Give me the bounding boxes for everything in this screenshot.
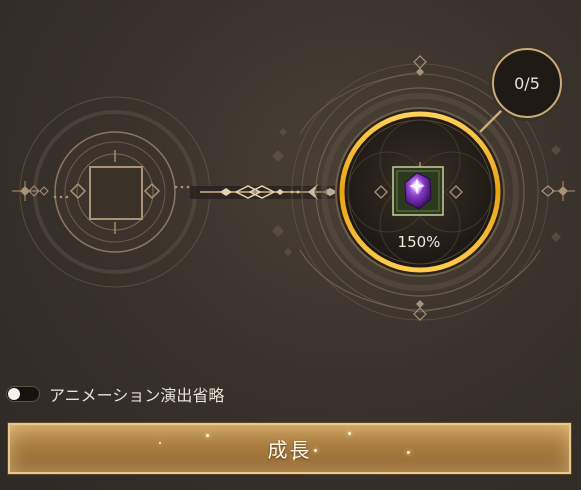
source-node xyxy=(12,96,211,288)
sparkle xyxy=(159,442,161,444)
sparkle xyxy=(407,451,410,454)
sparkle xyxy=(293,458,295,460)
sparkle xyxy=(314,449,317,452)
success-multiplier: 150% xyxy=(397,233,441,251)
grow-button[interactable]: 成長 xyxy=(8,423,571,474)
skip-animation-label: アニメーション演出省略 xyxy=(49,386,225,405)
upgrade-diagram xyxy=(12,52,575,332)
toggle-knob xyxy=(8,388,20,400)
skip-animation-toggle[interactable] xyxy=(6,386,40,402)
empty-slot[interactable] xyxy=(89,166,143,220)
sparkle xyxy=(348,432,351,435)
skip-animation-row[interactable]: アニメーション演出省略 xyxy=(6,382,224,406)
grow-button-label: 成長 xyxy=(267,438,312,462)
upgrade-counter: 0/5 xyxy=(492,48,562,118)
sparkle xyxy=(206,434,209,437)
